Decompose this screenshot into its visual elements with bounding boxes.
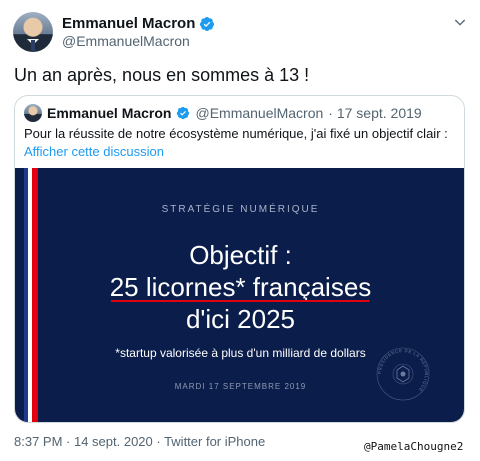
quoted-media-image[interactable]: STRATÉGIE NUMÉRIQUE Objectif : 25 licorn… [15,168,464,422]
quoted-date: · 17 sept. 2019 [328,105,422,121]
verified-badge-icon [200,16,215,31]
author-name[interactable]: Emmanuel Macron [62,15,195,32]
show-thread-link[interactable]: Afficher cette discussion [24,144,164,159]
visual-underline [111,300,369,302]
watermark: @PamelaChougne2 [364,440,464,453]
verified-badge-icon [177,106,190,120]
quoted-avatar [24,104,42,122]
quoted-text: Pour la réussite de notre écosystème num… [24,126,448,141]
visual-headline-3: d'ici 2025 [185,304,296,334]
quoted-header: Emmanuel Macron @EmmanuelMacron · 17 sep… [24,104,422,122]
tweet-card: Emmanuel Macron @EmmanuelMacron Un an ap… [0,0,480,461]
visual-kicker: STRATÉGIE NUMÉRIQUE [161,204,320,215]
tweet-text: Un an après, nous en sommes à 13 ! [14,65,310,85]
quoted-author-name: Emmanuel Macron [47,105,172,121]
avatar-tie [31,40,35,52]
svg-text:PRÉSIDENCE DE LA RÉPUBLIQUE: PRÉSIDENCE DE LA RÉPUBLIQUE [377,348,429,393]
author-handle[interactable]: @EmmanuelMacron [62,33,190,49]
chevron-down-icon[interactable] [452,14,468,30]
author-row: Emmanuel Macron [62,15,215,32]
avatar[interactable] [13,12,53,52]
visual-headline-2: 25 licornes* françaises [109,272,372,302]
quoted-author-handle: @EmmanuelMacron [195,105,324,121]
tweet-timestamp[interactable]: 8:37 PM · 14 sept. 2020 · Twitter for iP… [14,434,265,449]
seal-icon: PRÉSIDENCE DE LA RÉPUBLIQUE [376,347,430,401]
quoted-tweet[interactable]: Emmanuel Macron @EmmanuelMacron · 17 sep… [14,95,465,423]
visual-headline-1: Objectif : [189,240,292,270]
seal-text: PRÉSIDENCE DE LA RÉPUBLIQUE [377,348,428,393]
